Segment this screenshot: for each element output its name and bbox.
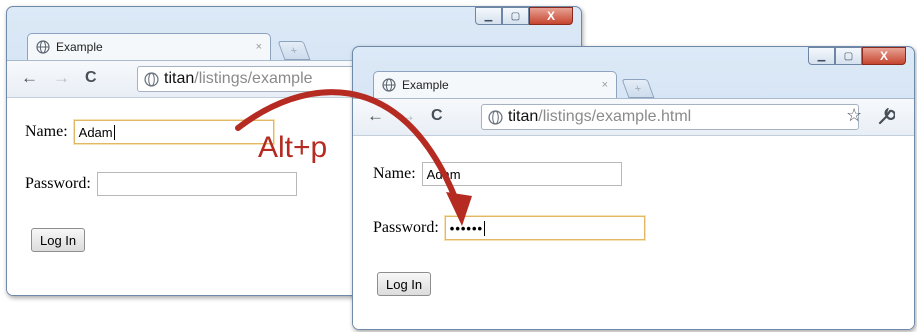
- name-value: Adam: [426, 166, 461, 182]
- page-content: Name: Adam Password: •••••• Log In: [353, 135, 914, 329]
- password-input[interactable]: [96, 172, 297, 196]
- login-button[interactable]: Log In: [377, 272, 432, 296]
- login-row: Log In: [377, 272, 432, 296]
- new-tab-button[interactable]: +: [621, 79, 655, 98]
- minimize-button[interactable]: ▁: [475, 7, 502, 25]
- forward-icon[interactable]: →: [399, 106, 416, 126]
- reload-icon[interactable]: C: [85, 69, 97, 87]
- login-row: Log In: [31, 228, 86, 252]
- minimize-button[interactable]: ▁: [808, 47, 835, 65]
- tab-close-icon[interactable]: ×: [602, 79, 608, 91]
- globe-icon: [36, 40, 50, 54]
- password-input[interactable]: ••••••: [444, 216, 645, 240]
- password-value: ••••••: [449, 220, 484, 236]
- tab-close-icon[interactable]: ×: [256, 41, 262, 53]
- text-caret: [484, 220, 486, 236]
- name-input[interactable]: Adam: [73, 120, 274, 144]
- address-bar[interactable]: titan/listings/example.html: [481, 104, 859, 130]
- forward-icon[interactable]: →: [53, 68, 70, 88]
- globe-icon: [382, 78, 396, 92]
- password-row: Password: ••••••: [373, 216, 645, 240]
- bookmark-star-icon[interactable]: ☆: [846, 105, 862, 126]
- back-icon[interactable]: ←: [367, 106, 384, 126]
- name-row: Name: Adam: [25, 120, 274, 144]
- name-row: Name: Adam: [373, 162, 622, 186]
- password-row: Password:: [25, 172, 297, 196]
- new-tab-button[interactable]: +: [277, 41, 311, 60]
- back-icon[interactable]: ←: [21, 68, 38, 88]
- window-controls: ▁ ▢ X: [475, 7, 573, 25]
- maximize-button[interactable]: ▢: [502, 7, 529, 25]
- name-label: Name:: [25, 123, 68, 140]
- browser-window-front: ▁ ▢ X Example × + ← → C titan/listings/e…: [352, 46, 915, 330]
- maximize-button[interactable]: ▢: [835, 47, 862, 65]
- name-label: Name:: [373, 165, 416, 182]
- window-controls: ▁ ▢ X: [808, 47, 906, 65]
- wrench-icon[interactable]: [877, 108, 895, 126]
- url-host: titan: [508, 108, 539, 125]
- close-window-button[interactable]: X: [529, 7, 573, 25]
- text-caret: [113, 124, 115, 140]
- tab-title: Example: [402, 78, 449, 92]
- name-input[interactable]: Adam: [421, 162, 622, 186]
- browser-toolbar: ← → C titan/listings/example.html ☆: [353, 98, 914, 136]
- password-label: Password:: [373, 219, 439, 236]
- name-value: Adam: [78, 124, 113, 140]
- page-globe-icon: [488, 109, 503, 125]
- reload-icon[interactable]: C: [431, 107, 443, 125]
- login-button[interactable]: Log In: [31, 228, 86, 252]
- url-host: titan: [164, 70, 195, 87]
- password-label: Password:: [25, 175, 91, 192]
- close-window-button[interactable]: X: [862, 47, 906, 65]
- shortcut-label: Alt+p: [258, 131, 328, 164]
- tab-example[interactable]: Example ×: [373, 71, 617, 98]
- tab-example[interactable]: Example ×: [27, 33, 271, 60]
- tab-title: Example: [56, 40, 103, 54]
- url-path: /listings/example.html: [538, 108, 692, 125]
- url-path: /listings/example: [194, 70, 313, 87]
- page-globe-icon: [144, 71, 159, 87]
